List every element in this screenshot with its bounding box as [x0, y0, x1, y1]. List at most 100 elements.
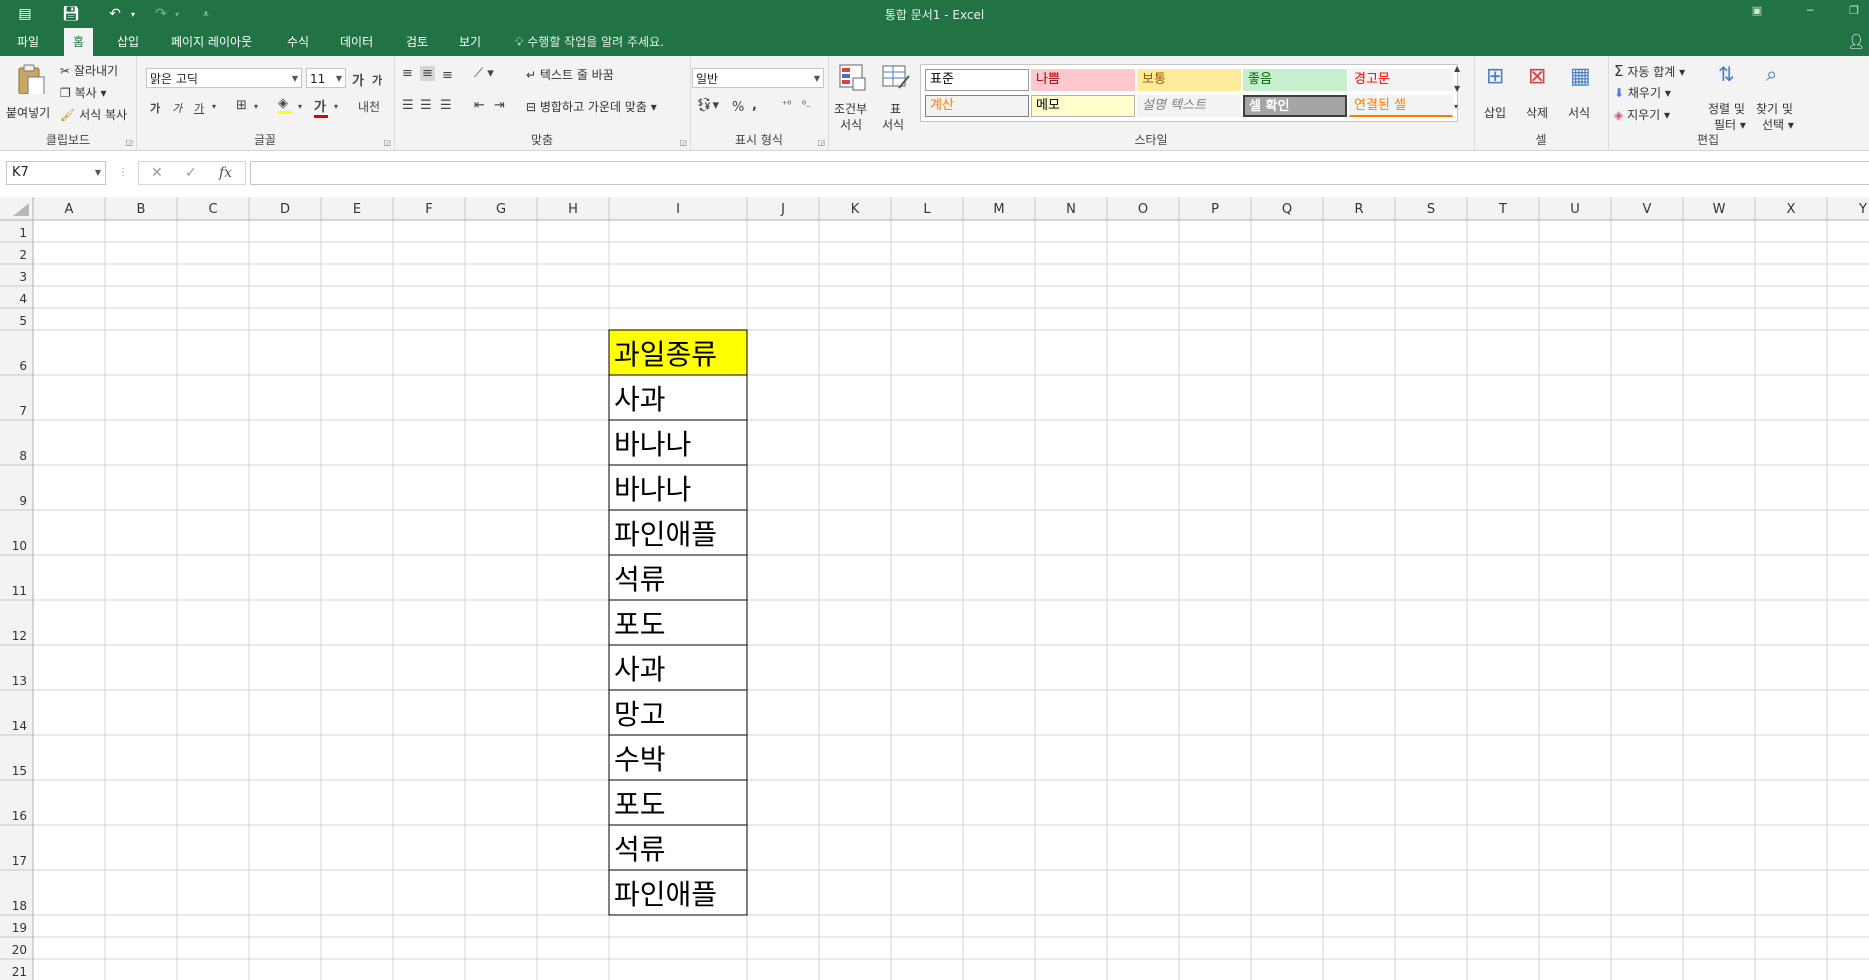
insert-cells-button[interactable]: ⊞ 삽입	[1480, 62, 1516, 132]
shrink-font-icon[interactable]: 가	[372, 72, 382, 88]
row-header-20[interactable]: 20	[12, 943, 27, 957]
number-format-combo[interactable]: 일반 ▼	[692, 68, 824, 88]
insert-function-icon[interactable]: fx	[219, 165, 232, 181]
column-header-T[interactable]: T	[1498, 202, 1507, 217]
enter-icon[interactable]: ✓	[185, 165, 197, 181]
increase-indent-icon[interactable]: ⇥	[494, 98, 505, 113]
decrease-decimal-icon[interactable]: ⁰₋	[802, 100, 811, 111]
column-header-O[interactable]: O	[1138, 202, 1148, 217]
format-painter-button[interactable]: 🖌︎ 서식 복사	[60, 106, 127, 123]
row-header-7[interactable]: 7	[19, 404, 27, 418]
column-header-G[interactable]: G	[496, 202, 506, 217]
increase-decimal-icon[interactable]: ⁺⁰	[782, 100, 791, 111]
cut-button[interactable]: ✂ 잘라내기	[60, 62, 118, 79]
column-header-K[interactable]: K	[851, 202, 860, 217]
cell-style-0-4[interactable]: 경고문	[1349, 69, 1453, 91]
align-left-icon[interactable]: ☰	[402, 98, 414, 113]
column-header-C[interactable]: C	[208, 202, 217, 217]
row-header-19[interactable]: 19	[12, 921, 27, 935]
row-header-16[interactable]: 16	[12, 809, 27, 823]
font-size-combo[interactable]: 11 ▼	[306, 68, 346, 88]
name-box[interactable]: K7 ▼	[6, 161, 106, 185]
column-header-Q[interactable]: Q	[1282, 202, 1292, 217]
copy-button[interactable]: ❐ 복사 ▾	[60, 84, 107, 101]
align-bottom-icon[interactable]: ≡	[442, 68, 453, 83]
fill-color-icon[interactable]: ◈	[278, 96, 292, 114]
tab-file[interactable]: 파일	[8, 28, 48, 56]
tab-insert[interactable]: 삽입	[108, 28, 148, 56]
cell-style-1-2[interactable]: 설명 텍스트	[1137, 95, 1241, 117]
column-header-P[interactable]: P	[1211, 202, 1219, 217]
phonetic-guide-icon[interactable]: 내천	[358, 98, 380, 115]
format-as-table-button[interactable]: 표 서식	[878, 62, 914, 132]
cell-style-1-3[interactable]: 셀 확인	[1243, 95, 1347, 117]
column-header-J[interactable]: J	[780, 202, 785, 217]
format-cells-button[interactable]: ▦ 서식	[1564, 62, 1600, 132]
sort-filter-button[interactable]: ⇅ 정렬 및 필터 ▾	[1708, 62, 1752, 132]
row-header-1[interactable]: 1	[19, 226, 27, 240]
wrap-text-button[interactable]: ↵ 텍스트 줄 바꿈	[526, 66, 614, 83]
column-header-E[interactable]: E	[353, 202, 361, 217]
bold-button[interactable]: 가	[150, 100, 160, 116]
fill-button[interactable]: ⬇ 채우기 ▾	[1614, 84, 1671, 101]
column-header-A[interactable]: A	[65, 202, 74, 217]
column-header-S[interactable]: S	[1427, 202, 1435, 217]
clear-button[interactable]: ◈ 지우기 ▾	[1614, 106, 1670, 123]
chevron-down-icon[interactable]: ▾	[254, 102, 258, 111]
chevron-down-icon[interactable]: ▾	[212, 102, 216, 111]
tab-view[interactable]: 보기	[450, 28, 490, 56]
autosum-button[interactable]: Σ 자동 합계 ▾	[1614, 62, 1685, 80]
borders-icon[interactable]: ⊞	[236, 98, 247, 113]
cell-style-0-0[interactable]: 표준	[925, 69, 1029, 91]
cell-style-0-1[interactable]: 나쁨	[1031, 69, 1135, 91]
percent-button[interactable]: %	[732, 100, 744, 115]
column-header-U[interactable]: U	[1570, 202, 1580, 217]
cell-style-0-2[interactable]: 보통	[1137, 69, 1241, 91]
dialog-launcher-icon[interactable]: ◲	[125, 138, 133, 147]
gallery-more-icon[interactable]: ▾	[1454, 102, 1458, 111]
row-header-2[interactable]: 2	[19, 248, 27, 262]
delete-cells-button[interactable]: ⊠ 삭제	[1522, 62, 1558, 132]
formula-input[interactable]	[250, 161, 1869, 185]
gallery-down-icon[interactable]: ▼	[1454, 84, 1460, 93]
cell-style-1-0[interactable]: 계산	[925, 95, 1029, 117]
find-select-button[interactable]: ⌕ 찾기 및 선택 ▾	[1756, 62, 1800, 132]
row-header-17[interactable]: 17	[12, 854, 27, 868]
column-header-M[interactable]: M	[993, 202, 1004, 217]
column-header-R[interactable]: R	[1354, 202, 1363, 217]
tab-review[interactable]: 검토	[397, 28, 437, 56]
cell-style-0-3[interactable]: 좋음	[1243, 69, 1347, 91]
row-header-18[interactable]: 18	[12, 899, 27, 913]
column-header-X[interactable]: X	[1787, 202, 1796, 217]
row-header-3[interactable]: 3	[19, 270, 27, 284]
tab-data[interactable]: 데이터	[331, 28, 382, 56]
restore-icon[interactable]: ❐	[1840, 4, 1868, 24]
column-header-V[interactable]: V	[1643, 202, 1652, 217]
accounting-icon[interactable]: 💱︎▾	[696, 98, 719, 113]
column-header-W[interactable]: W	[1713, 202, 1726, 217]
align-top-icon[interactable]: ≡	[402, 66, 413, 81]
row-header-5[interactable]: 5	[19, 314, 27, 328]
column-header-Y[interactable]: Y	[1858, 202, 1867, 217]
font-color-icon[interactable]: 가	[314, 96, 328, 118]
tab-home[interactable]: 홈	[64, 28, 94, 56]
row-header-11[interactable]: 11	[12, 584, 27, 598]
ribbon-display-icon[interactable]: ▣	[1743, 4, 1771, 24]
cancel-icon[interactable]: ✕	[151, 165, 163, 181]
align-right-icon[interactable]: ☰	[440, 98, 452, 113]
row-header-15[interactable]: 15	[12, 764, 27, 778]
cell-style-1-1[interactable]: 메모	[1031, 95, 1135, 117]
gallery-up-icon[interactable]: ▲	[1454, 64, 1460, 73]
row-header-13[interactable]: 13	[12, 674, 27, 688]
dialog-launcher-icon[interactable]: ◲	[679, 138, 687, 147]
merge-center-button[interactable]: ⊟ 병합하고 가운데 맞춤 ▾	[526, 98, 657, 115]
dialog-launcher-icon[interactable]: ◲	[817, 138, 825, 147]
italic-button[interactable]: 가	[172, 100, 182, 116]
row-header-12[interactable]: 12	[12, 629, 27, 643]
account-icon[interactable]: 👤︎	[1847, 34, 1865, 50]
row-header-9[interactable]: 9	[19, 494, 27, 508]
grid-canvas[interactable]: A B C D E F G H I J K L M N O P Q R S T U V W X Y123456789101112…	[0, 197, 1869, 980]
worksheet-grid[interactable]: A B C D E F G H I J K L M N O P Q R S T U V W X Y 1 2 3 4 5 6 7 8 9 10 11 12…	[0, 197, 1869, 980]
chevron-down-icon[interactable]: ▾	[334, 102, 338, 111]
row-header-4[interactable]: 4	[19, 292, 27, 306]
